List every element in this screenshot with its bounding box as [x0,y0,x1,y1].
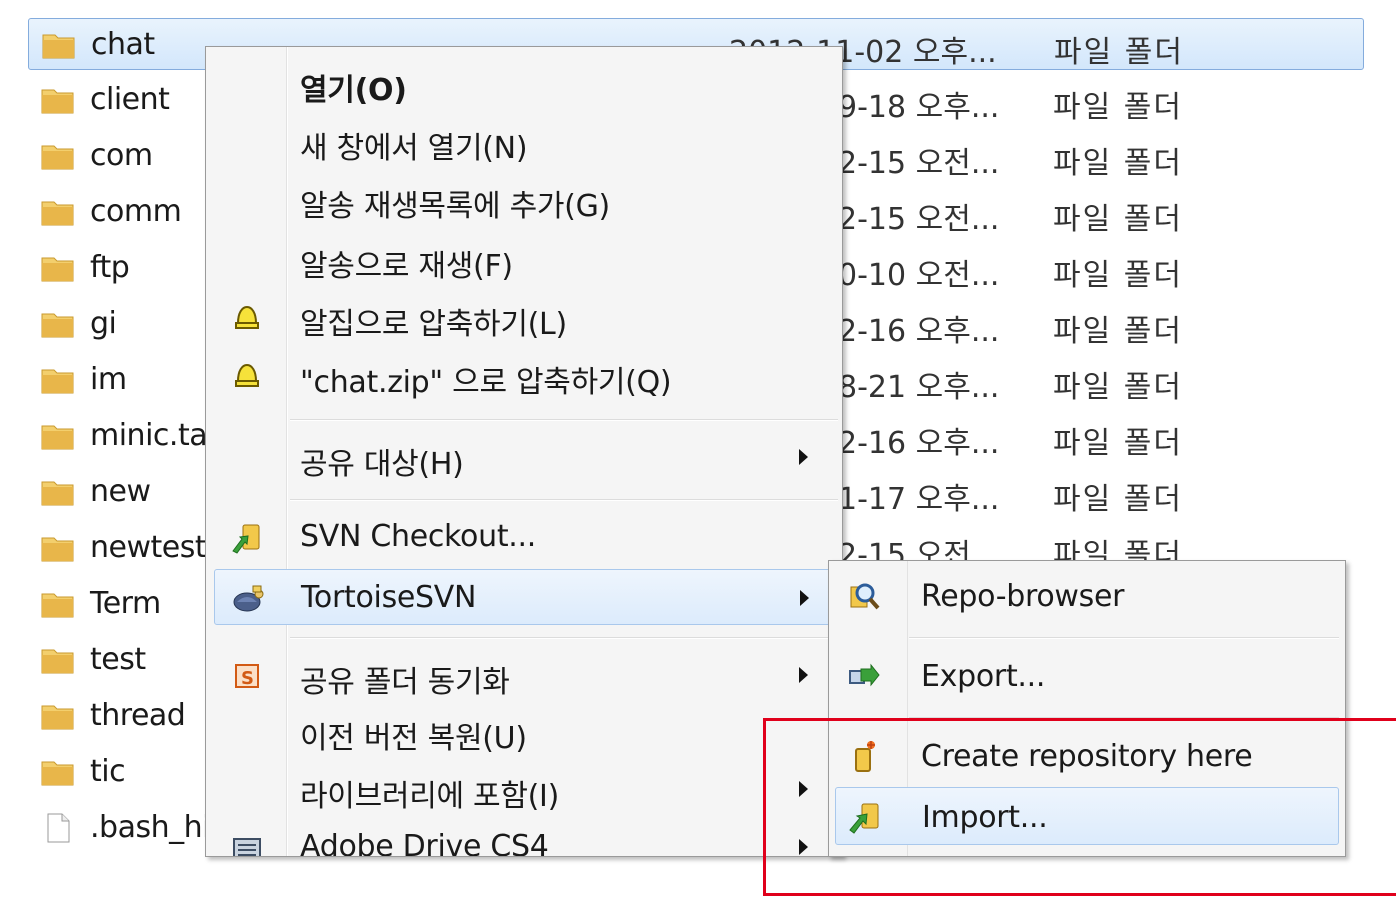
file-type: 파일 폴더 [1053,314,1183,349]
folder-icon [41,481,74,506]
file-name: im [90,362,127,397]
folder-icon [41,145,74,170]
folder-icon [41,257,74,282]
file-date: 2-15 오전... [838,202,1000,237]
file-name: client [90,82,170,117]
alzip-icon [235,363,259,387]
menu-item-alzip-compress[interactable]: 알집으로 압축하기(L) [214,289,838,345]
menu-item-sync-shared-folder[interactable]: S 공유 폴더 동기화 [214,647,838,703]
menu-separator [909,637,1339,639]
menu-item-label: 이전 버전 복원(U) [300,721,527,756]
folder-icon [41,201,74,226]
file-date: 1-17 오후... [838,482,1000,517]
file-date: 0-10 오전... [838,258,1000,293]
adobe-drive-icon [233,838,261,856]
file-name: test [90,642,146,677]
file-name: newtest [90,530,207,565]
file-name: gi [90,306,117,341]
file-date: 2-15 오전... [838,146,1000,181]
menu-item-open-new-window[interactable]: 새 창에서 열기(N) [214,113,838,169]
folder-icon [41,369,74,394]
file-name: thread [90,698,186,733]
file-date: 9-18 오후... [838,90,1000,125]
svg-text:S: S [241,668,254,689]
submenu-arrow-icon [799,667,808,683]
folder-icon [41,537,74,562]
menu-separator [290,419,838,421]
menu-item-restore-previous-versions[interactable]: 이전 버전 복원(U) [214,703,838,759]
folder-icon [41,593,74,618]
menu-separator [290,637,838,639]
menu-item-alsong-add-playlist[interactable]: 알송 재생목록에 추가(G) [214,171,838,227]
menu-item-label: 알송 재생목록에 추가(G) [300,189,610,224]
export-icon [849,663,880,687]
file-type: 파일 폴더 [1053,482,1183,517]
menu-item-svn-checkout[interactable]: SVN Checkout... [214,509,838,565]
menu-item-label: 알집으로 압축하기(L) [300,307,567,342]
submenu-item-label: Export... [921,659,1046,694]
svn-checkout-icon [232,524,260,554]
file-type: 파일 폴더 [1053,258,1183,293]
file-name: new [90,474,151,509]
submenu-item-label: Repo-browser [921,579,1125,614]
folder-icon [41,313,74,338]
file-name: tic [90,754,126,789]
submenu-item-export[interactable]: Export... [835,647,1339,705]
menu-item-share-with[interactable]: 공유 대상(H) [214,429,838,485]
file-type: 파일 폴더 [1053,90,1183,125]
file-name: .bash_hi [90,810,210,845]
file-name: ftp [90,250,130,285]
submenu-item-repo-browser[interactable]: Repo-browser [835,567,1339,625]
menu-item-open[interactable]: 열기(O) [214,55,838,111]
tortoisesvn-icon [233,585,264,612]
file-icon [47,813,70,843]
submenu-arrow-icon [800,590,809,606]
menu-item-label: 공유 대상(H) [300,447,464,482]
file-date: 2-16 오후... [838,314,1000,349]
menu-item-adobe-drive[interactable]: Adobe Drive CS4 [214,819,838,857]
file-type: 파일 폴더 [1053,202,1183,237]
submenu-arrow-icon [799,449,808,465]
menu-item-label: SVN Checkout... [300,519,536,554]
folder-icon [41,649,74,674]
alzip-icon [235,305,259,329]
menu-item-label: 라이브러리에 포함(I) [300,779,559,814]
menu-item-label: Adobe Drive CS4 [300,829,549,857]
file-name: minic.ta [90,418,208,453]
file-name: Term [90,586,161,621]
file-name: comm [90,194,182,229]
file-type: 파일 폴더 [1053,426,1183,461]
menu-item-include-in-library[interactable]: 라이브러리에 포함(I) [214,761,838,817]
menu-item-label: 열기(O) [300,73,407,108]
menu-item-label: TortoiseSVN [301,580,477,615]
repo-browser-icon [850,583,880,610]
file-date: 2-16 오후... [838,426,1000,461]
menu-item-label: "chat.zip" 으로 압축하기(Q) [300,365,672,400]
folder-icon [42,34,75,59]
context-menu: 열기(O) 새 창에서 열기(N) 알송 재생목록에 추가(G) 알송으로 재생… [205,46,843,857]
file-type: 파일 폴더 [1053,370,1183,405]
menu-item-label: 알송으로 재생(F) [300,249,513,284]
file-name: com [90,138,153,173]
file-type: 파일 폴더 [1053,146,1183,181]
folder-icon [41,705,74,730]
annotation-highlight-box [763,718,1396,896]
folder-icon [41,761,74,786]
menu-item-label: 공유 폴더 동기화 [300,665,510,700]
menu-item-compress-chat-zip[interactable]: "chat.zip" 으로 압축하기(Q) [214,347,838,403]
menu-item-tortoisesvn[interactable]: TortoiseSVN [214,569,838,625]
file-name: chat [91,27,155,62]
sync-icon: S [235,664,259,689]
folder-icon [41,89,74,114]
folder-icon [41,425,74,450]
menu-separator [290,499,838,501]
file-date: 8-21 오후... [838,370,1000,405]
file-type: 파일 폴더 [1054,35,1184,70]
menu-item-alsong-play[interactable]: 알송으로 재생(F) [214,231,838,287]
menu-item-label: 새 창에서 열기(N) [300,131,528,166]
